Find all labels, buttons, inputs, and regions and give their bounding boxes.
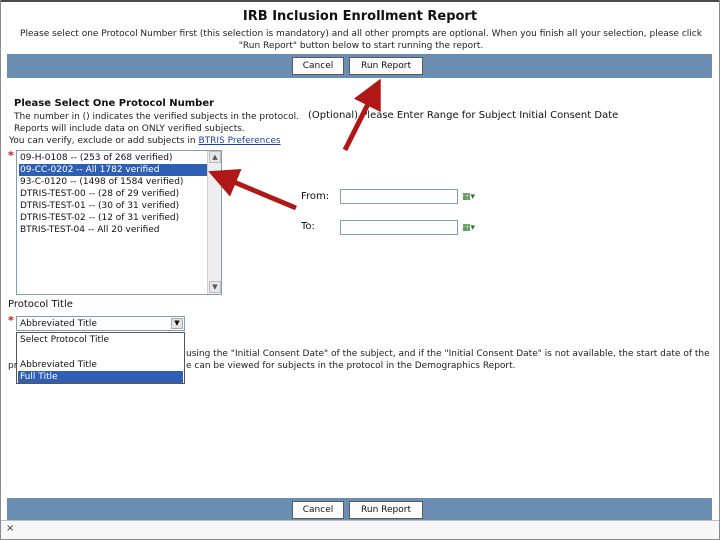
annotation-arrows: [208, 78, 381, 211]
arrow-to-run-report: [342, 78, 381, 152]
arrow-to-selected-protocol: [208, 168, 297, 211]
